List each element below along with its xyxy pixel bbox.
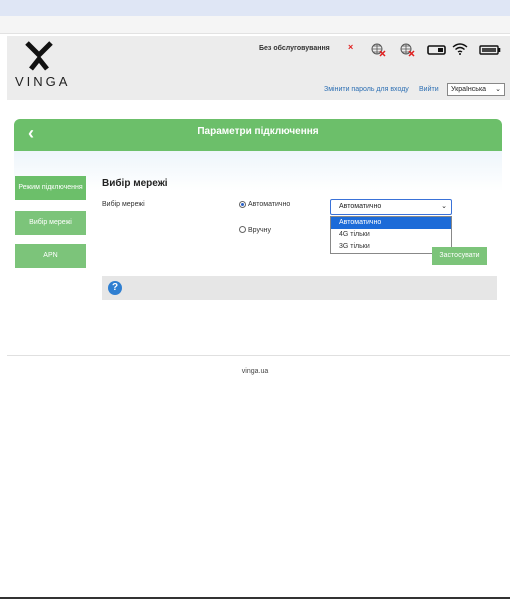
page-title: Параметри підключення [197,126,319,137]
browser-strip [0,16,510,34]
help-icon[interactable]: ? [108,281,122,295]
change-password-link[interactable]: Змінити пароль для входу [324,86,409,93]
radio-manual[interactable] [239,226,246,233]
battery-icon [479,45,501,55]
radio-manual-label[interactable]: Вручну [248,227,271,234]
no-internet-icon [400,43,415,57]
chevron-down-icon: ⌄ [441,203,447,210]
wifi-icon [452,43,468,55]
footer-divider [7,355,510,356]
network-status-text: Без обслуговування [259,45,330,52]
vinga-logo-icon [25,41,53,71]
radio-automatic-label[interactable]: Автоматично [248,201,290,208]
browser-top-bar [0,0,510,16]
radio-automatic[interactable] [239,201,246,208]
network-mode-select-value: Автоматично [339,203,382,210]
network-mode-select[interactable]: Автоматично ⌄ [330,199,452,215]
logout-link[interactable]: Вийти [419,86,439,93]
help-bar: ? [102,276,497,300]
roaming-off-icon [371,43,386,57]
footer-link[interactable]: vinga.ua [0,368,510,375]
sidebar-item-network-selection[interactable]: Вибір мережі [15,211,86,235]
no-signal-icon: × [348,42,354,52]
logo-text: VINGA [15,74,71,89]
sim-card-icon [427,45,446,55]
option-4g-only[interactable]: 4G тільки [331,229,451,241]
header: VINGA Без обслуговування × Змінити парол… [7,36,510,100]
language-select[interactable]: Українська ⌄ [447,83,505,96]
sidebar-item-connection-mode[interactable]: Режим підключення [15,176,86,200]
language-select-value: Українська [451,86,487,93]
sidebar-item-apn[interactable]: APN [15,244,86,268]
chevron-down-icon: ⌄ [495,86,501,93]
apply-button[interactable]: Застосувати [432,247,487,265]
section-title: Вибір мережі [102,178,168,189]
option-automatic[interactable]: Автоматично [331,217,451,229]
page-titlebar: ‹ Параметри підключення [14,119,502,151]
bottom-border [0,597,510,599]
network-selection-label: Вибір мережі [102,201,145,208]
